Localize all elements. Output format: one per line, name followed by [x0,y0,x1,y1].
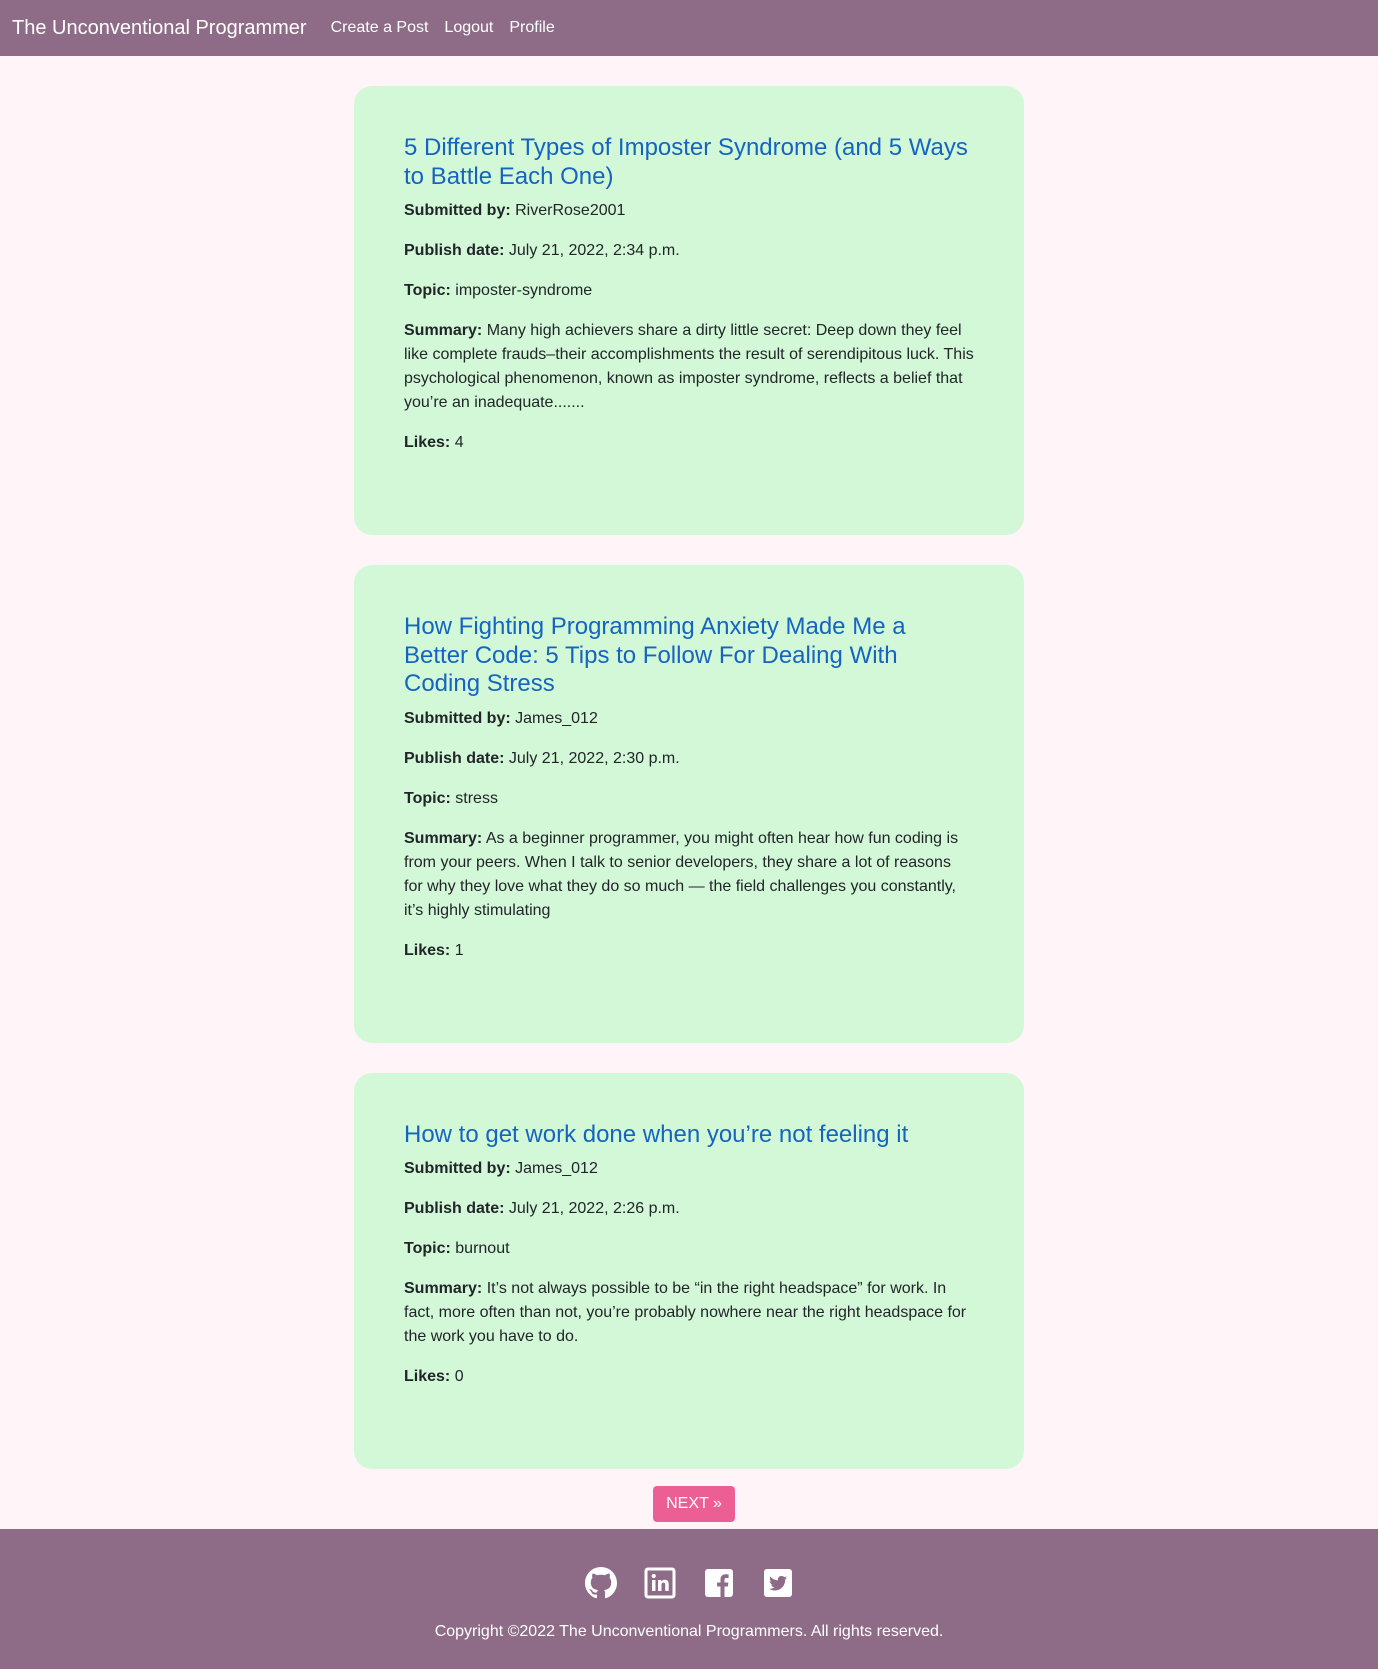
post-title: How to get work done when you’re not fee… [404,1121,974,1150]
author-value: James_012 [515,1160,598,1177]
brand-link[interactable]: The Unconventional Programmer [12,17,307,40]
submitted-by-label: Submitted by: [404,1160,511,1177]
navbar: The Unconventional Programmer Create a P… [0,0,1378,56]
copyright-text: Copyright ©2022 The Unconventional Progr… [434,1623,944,1640]
publish-date-label: Publish date: [404,749,505,767]
post-list: 5 Different Types of Imposter Syndrome (… [354,86,1024,1469]
post-topic: Topic: stress [404,787,974,811]
post-date: Publish date: July 21, 2022, 2:34 p.m. [404,239,974,263]
author-value: RiverRose2001 [515,202,626,219]
post-summary: Summary: It’s not always possible to be … [404,1277,974,1349]
date-value: July 21, 2022, 2:30 p.m. [508,749,680,767]
post-author: Submitted by: RiverRose2001 [404,199,974,223]
summary-value: As a beginner programmer, you might ofte… [404,829,959,919]
nav-create-post-link[interactable]: Create a Post [331,19,429,37]
summary-label: Summary: [404,829,483,847]
post-title-link[interactable]: How to get work done when you’re not fee… [404,1121,908,1148]
post-topic: Topic: burnout [404,1237,974,1261]
likes-value: 1 [454,941,464,959]
summary-value: Many high achievers share a dirty little… [404,322,974,411]
date-value: July 21, 2022, 2:34 p.m. [508,242,680,259]
topic-value: burnout [455,1240,510,1257]
likes-label: Likes: [404,941,451,959]
topic-value: imposter-syndrome [455,282,593,299]
publish-date-label: Publish date: [404,242,505,259]
date-value: July 21, 2022, 2:26 p.m. [508,1200,680,1217]
next-page-button[interactable]: NEXT » [653,1486,735,1522]
facebook-icon[interactable] [703,1567,735,1599]
summary-value: It’s not always possible to be “in the r… [404,1280,967,1345]
post-date: Publish date: July 21, 2022, 2:26 p.m. [404,1197,974,1221]
post-title: 5 Different Types of Imposter Syndrome (… [404,134,974,191]
likes-value: 0 [454,1368,464,1385]
nav-logout-link[interactable]: Logout [444,19,493,37]
post-card: 5 Different Types of Imposter Syndrome (… [354,86,1024,535]
linkedin-icon[interactable] [644,1567,676,1599]
github-icon[interactable] [584,1567,617,1599]
post-date: Publish date: July 21, 2022, 2:30 p.m. [404,747,974,771]
likes-label: Likes: [404,1368,451,1385]
post-title-link[interactable]: How Fighting Programming Anxiety Made Me… [404,613,906,697]
topic-value: stress [455,789,498,807]
likes-value: 4 [454,434,464,451]
topic-label: Topic: [404,1240,451,1257]
nav-profile-link[interactable]: Profile [509,19,554,37]
topic-label: Topic: [404,282,451,299]
footer: Copyright ©2022 The Unconventional Progr… [0,1529,1378,1669]
post-title: How Fighting Programming Anxiety Made Me… [404,613,974,699]
post-likes: Likes: 4 [404,431,974,455]
author-value: James_012 [515,709,598,727]
post-author: Submitted by: James_012 [404,707,974,731]
publish-date-label: Publish date: [404,1200,505,1217]
post-summary: Summary: Many high achievers share a dir… [404,319,974,415]
summary-label: Summary: [404,1280,483,1297]
post-card: How to get work done when you’re not fee… [354,1072,1024,1469]
post-author: Submitted by: James_012 [404,1157,974,1181]
post-likes: Likes: 1 [404,939,974,963]
post-title-link[interactable]: 5 Different Types of Imposter Syndrome (… [404,134,968,190]
twitter-icon[interactable] [762,1567,794,1599]
post-topic: Topic: imposter-syndrome [404,279,974,303]
post-likes: Likes: 0 [404,1365,974,1389]
submitted-by-label: Submitted by: [404,202,511,219]
submitted-by-label: Submitted by: [404,709,511,727]
likes-label: Likes: [404,434,451,451]
social-links [0,1529,1378,1599]
post-summary: Summary: As a beginner programmer, you m… [404,827,974,923]
post-card: How Fighting Programming Anxiety Made Me… [354,565,1024,1043]
summary-label: Summary: [404,322,483,339]
topic-label: Topic: [404,789,451,807]
